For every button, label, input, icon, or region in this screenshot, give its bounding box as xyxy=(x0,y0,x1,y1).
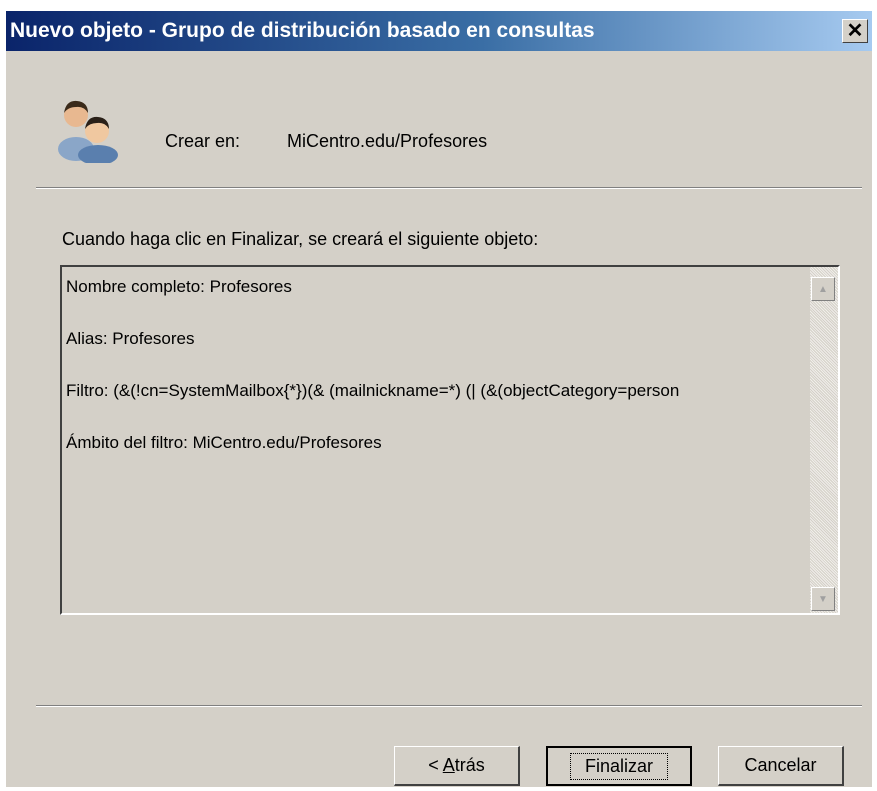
summary-line-alias: Alias: Profesores xyxy=(66,329,195,348)
scroll-down-button[interactable]: ▼ xyxy=(811,587,835,611)
footer-separator xyxy=(36,705,862,707)
summary-line-filter: Filtro: (&(!cn=SystemMailbox{*})(& (mail… xyxy=(66,381,680,400)
users-group-icon xyxy=(52,93,122,165)
summary-line-scope: Ámbito del filtro: MiCentro.edu/Profesor… xyxy=(66,433,382,452)
summary-line-fullname: Nombre completo: Profesores xyxy=(66,277,292,296)
intro-text: Cuando haga clic en Finalizar, se creará… xyxy=(62,229,539,249)
header-separator xyxy=(36,187,862,189)
finish-button[interactable]: Finalizar xyxy=(546,746,692,786)
back-button[interactable]: < Atrás xyxy=(394,746,520,786)
scroll-up-button[interactable]: ▲ xyxy=(811,277,835,301)
cancel-button[interactable]: Cancelar xyxy=(718,746,844,786)
create-in-label: Crear en: xyxy=(165,131,241,151)
close-button[interactable]: ✕ xyxy=(842,19,868,43)
finish-button-label: Finalizar xyxy=(569,752,669,780)
summary-content: Nombre completo: Profesores Alias: Profe… xyxy=(66,273,811,481)
create-in-value: MiCentro.edu/Profesores xyxy=(287,131,488,151)
window-title: Nuevo objeto - Grupo de distribución bas… xyxy=(10,19,595,42)
scroll-down-icon: ▼ xyxy=(818,593,828,605)
summary-textbox[interactable]: Nombre completo: Profesores Alias: Profe… xyxy=(60,265,840,615)
close-icon: ✕ xyxy=(846,20,864,42)
dialog-window: Nuevo objeto - Grupo de distribución bas… xyxy=(6,11,872,787)
vertical-scrollbar[interactable]: ▲ ▼ xyxy=(810,267,838,613)
back-button-label: < Atrás xyxy=(428,755,485,775)
cancel-button-label: Cancelar xyxy=(744,755,817,775)
scroll-up-icon: ▲ xyxy=(818,283,828,295)
title-bar: Nuevo objeto - Grupo de distribución bas… xyxy=(6,11,872,51)
